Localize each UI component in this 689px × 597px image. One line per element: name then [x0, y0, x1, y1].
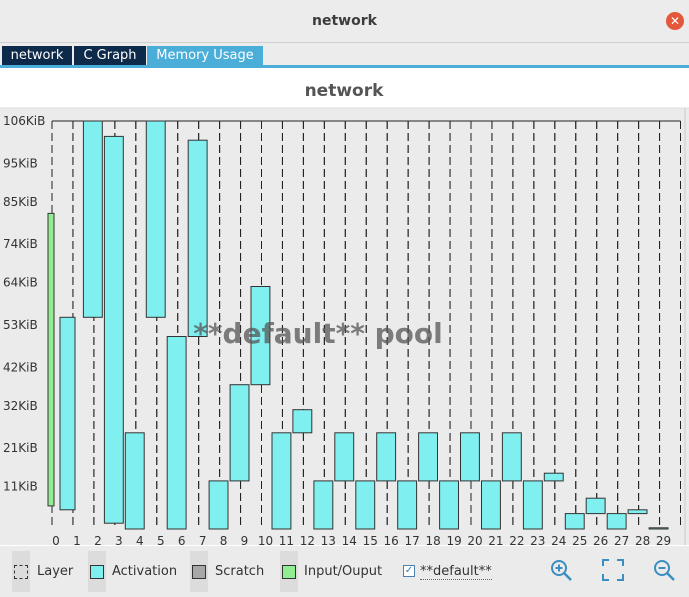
- x-tick-label-2: 2: [94, 534, 102, 545]
- x-tick-label-9: 9: [241, 534, 249, 545]
- chart-title: network: [305, 81, 385, 101]
- x-tick-label-24: 24: [551, 534, 566, 545]
- x-tick-label-4: 4: [136, 534, 144, 545]
- x-tick-label-11: 11: [279, 534, 294, 545]
- y-tick-label-9: 106KiB: [3, 114, 45, 128]
- pool-watermark: **default** pool: [193, 317, 442, 350]
- legend-input-output-swatch: [282, 565, 296, 579]
- activation-block-12: [292, 409, 313, 434]
- y-tick-label-1: 21KiB: [3, 441, 38, 455]
- y-tick-label-0: 11KiB: [3, 480, 38, 494]
- x-tick-label-8: 8: [220, 534, 228, 545]
- tab-memory-usage[interactable]: Memory Usage: [147, 46, 263, 65]
- title-bar: network ✕: [0, 0, 689, 43]
- x-tick-label-26: 26: [593, 534, 608, 545]
- legend-input-output-label: Input/Ouput: [304, 564, 383, 579]
- activation-block-13: [313, 480, 334, 530]
- y-tick-label-3: 42KiB: [3, 360, 38, 374]
- legend-bar: Layer Activation Scratch Input/Ouput ✓ *…: [0, 546, 689, 597]
- activation-block-18: [418, 432, 439, 482]
- activation-block-1: [59, 316, 76, 511]
- y-tick-label-5: 64KiB: [3, 276, 38, 290]
- x-tick-label-7: 7: [199, 534, 207, 545]
- activation-block-14: [334, 432, 355, 482]
- activation-block-23: [522, 480, 543, 530]
- zoom-out-icon[interactable]: [652, 558, 676, 582]
- legend-layer-label: Layer: [37, 564, 74, 579]
- x-tick-label-18: 18: [425, 534, 440, 545]
- pool-label[interactable]: **default**: [420, 564, 492, 580]
- x-tick-label-13: 13: [321, 534, 336, 545]
- activation-block-16: [376, 432, 397, 482]
- memory-usage-chart[interactable]: network **default** pool 11KiB 21KiB 32KiB…: [0, 68, 689, 545]
- x-tick-label-21: 21: [488, 534, 503, 545]
- activation-block-21: [481, 480, 501, 530]
- activation-block-5: [145, 120, 166, 318]
- activation-block-8: [208, 480, 229, 530]
- x-tick-label-3: 3: [115, 534, 123, 545]
- activation-block-22: [501, 432, 522, 482]
- activation-block-24: [543, 472, 564, 482]
- activation-block-29: [648, 527, 669, 530]
- activation-block-20: [460, 432, 480, 482]
- pool-checkbox[interactable]: ✓: [403, 565, 415, 577]
- activation-block-9: [229, 384, 250, 482]
- x-tick-label-23: 23: [530, 534, 545, 545]
- x-tick-label-10: 10: [258, 534, 273, 545]
- x-tick-label-1: 1: [73, 534, 81, 545]
- legend-activation-swatch: [90, 565, 104, 579]
- activation-block-17: [397, 480, 418, 530]
- activation-block-4: [124, 432, 145, 530]
- x-tick-label-29: 29: [656, 534, 671, 545]
- activation-block-26: [585, 497, 606, 515]
- activation-block-7: [187, 139, 208, 337]
- x-tick-label-22: 22: [509, 534, 524, 545]
- activation-block-6: [166, 336, 187, 530]
- x-tick-label-12: 12: [300, 534, 315, 545]
- legend-scratch-swatch: [192, 565, 206, 579]
- activation-block-15: [355, 480, 376, 530]
- activation-block-27: [606, 513, 627, 530]
- x-tick-label-28: 28: [635, 534, 650, 545]
- activation-block-11: [271, 432, 292, 530]
- chart-canvas: network **default** pool 11KiB 21KiB 32KiB…: [0, 81, 689, 545]
- x-tick-label-5: 5: [157, 534, 165, 545]
- tab-c-graph[interactable]: C Graph: [74, 46, 146, 65]
- x-tick-label-15: 15: [363, 534, 378, 545]
- y-tick-label-8: 95KiB: [3, 156, 38, 170]
- zoom-in-icon[interactable]: [549, 558, 573, 582]
- y-tick-label-6: 74KiB: [3, 237, 38, 251]
- y-tick-label-2: 32KiB: [3, 399, 38, 413]
- x-tick-label-0: 0: [52, 534, 60, 545]
- close-button[interactable]: ✕: [666, 12, 684, 30]
- io-block-0: [47, 212, 55, 507]
- fit-to-screen-icon[interactable]: [601, 558, 625, 582]
- y-tick-label-7: 85KiB: [3, 195, 38, 209]
- activation-block-28: [627, 509, 648, 515]
- x-tick-label-27: 27: [614, 534, 629, 545]
- x-tick-label-14: 14: [342, 534, 357, 545]
- legend-layer-swatch: [14, 565, 28, 579]
- x-tick-label-20: 20: [467, 534, 482, 545]
- legend-scratch-label: Scratch: [215, 564, 265, 579]
- x-tick-label-19: 19: [446, 534, 461, 545]
- activation-block-19: [439, 480, 460, 530]
- activation-block-2: [82, 120, 103, 318]
- tab-network[interactable]: network: [2, 46, 72, 65]
- activation-block-3: [103, 135, 124, 524]
- window-title: network: [312, 13, 377, 29]
- x-tick-label-25: 25: [572, 534, 587, 545]
- y-tick-label-4: 53KiB: [3, 318, 38, 332]
- legend-activation-label: Activation: [112, 564, 178, 579]
- x-tick-label-16: 16: [384, 534, 399, 545]
- x-tick-label-6: 6: [178, 534, 186, 545]
- activation-block-25: [564, 513, 585, 530]
- x-tick-label-17: 17: [404, 534, 419, 545]
